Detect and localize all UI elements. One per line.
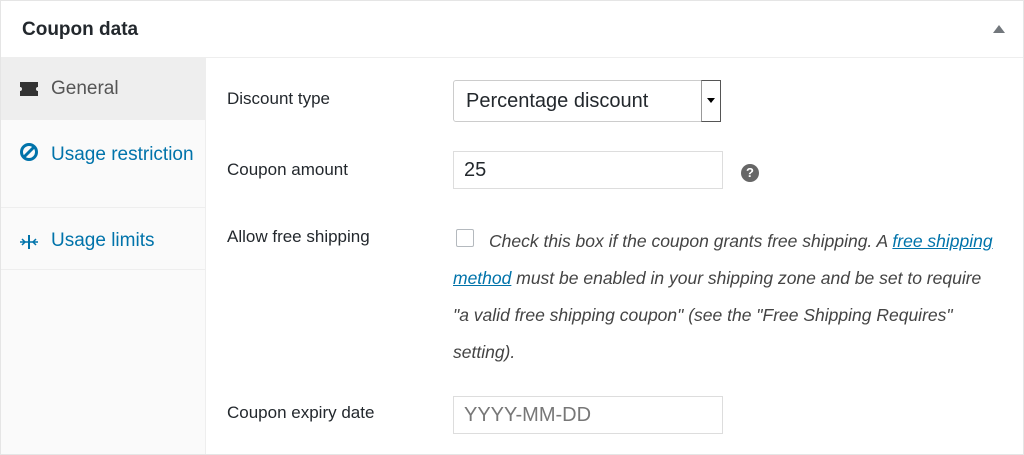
coupon-data-panel: Coupon data General Usage restriction Us…: [0, 0, 1024, 455]
chevron-down-icon: [701, 80, 721, 122]
coupon-amount-label: Coupon amount: [227, 160, 348, 179]
free-shipping-desc-before: Check this box if the coupon grants free…: [489, 231, 888, 251]
coupon-amount-input[interactable]: 25: [453, 151, 723, 189]
discount-type-label: Discount type: [227, 89, 330, 108]
general-options-panel: Discount type Percentage discount Coupon…: [207, 59, 1023, 454]
free-shipping-description: Check this box if the coupon grants free…: [453, 223, 998, 371]
discount-type-value: Percentage discount: [466, 90, 649, 112]
tab-usage-limits[interactable]: Usage limits: [1, 208, 205, 270]
panel-title: Coupon data: [22, 19, 139, 40]
expiry-date-label: Coupon expiry date: [227, 403, 375, 422]
discount-type-select[interactable]: Percentage discount: [453, 80, 721, 122]
tab-usage-limits-label: Usage limits: [51, 230, 155, 251]
ticket-icon: [19, 79, 39, 99]
tab-general-label: General: [51, 78, 119, 99]
tab-usage-restriction-label: Usage restriction: [51, 144, 194, 165]
help-icon[interactable]: ?: [741, 164, 759, 182]
tab-general[interactable]: General: [1, 58, 205, 120]
expiry-date-input[interactable]: YYYY-MM-DD: [453, 396, 723, 434]
collapse-toggle-icon[interactable]: [993, 25, 1005, 33]
tab-usage-restriction[interactable]: Usage restriction: [1, 120, 205, 208]
free-shipping-desc-after: must be enabled in your shipping zone an…: [453, 268, 982, 362]
panel-header: Coupon data: [1, 1, 1023, 58]
limits-icon: [19, 232, 39, 252]
coupon-tabs-sidebar: General Usage restriction Usage limits: [1, 58, 206, 454]
free-shipping-label: Allow free shipping: [227, 227, 370, 246]
